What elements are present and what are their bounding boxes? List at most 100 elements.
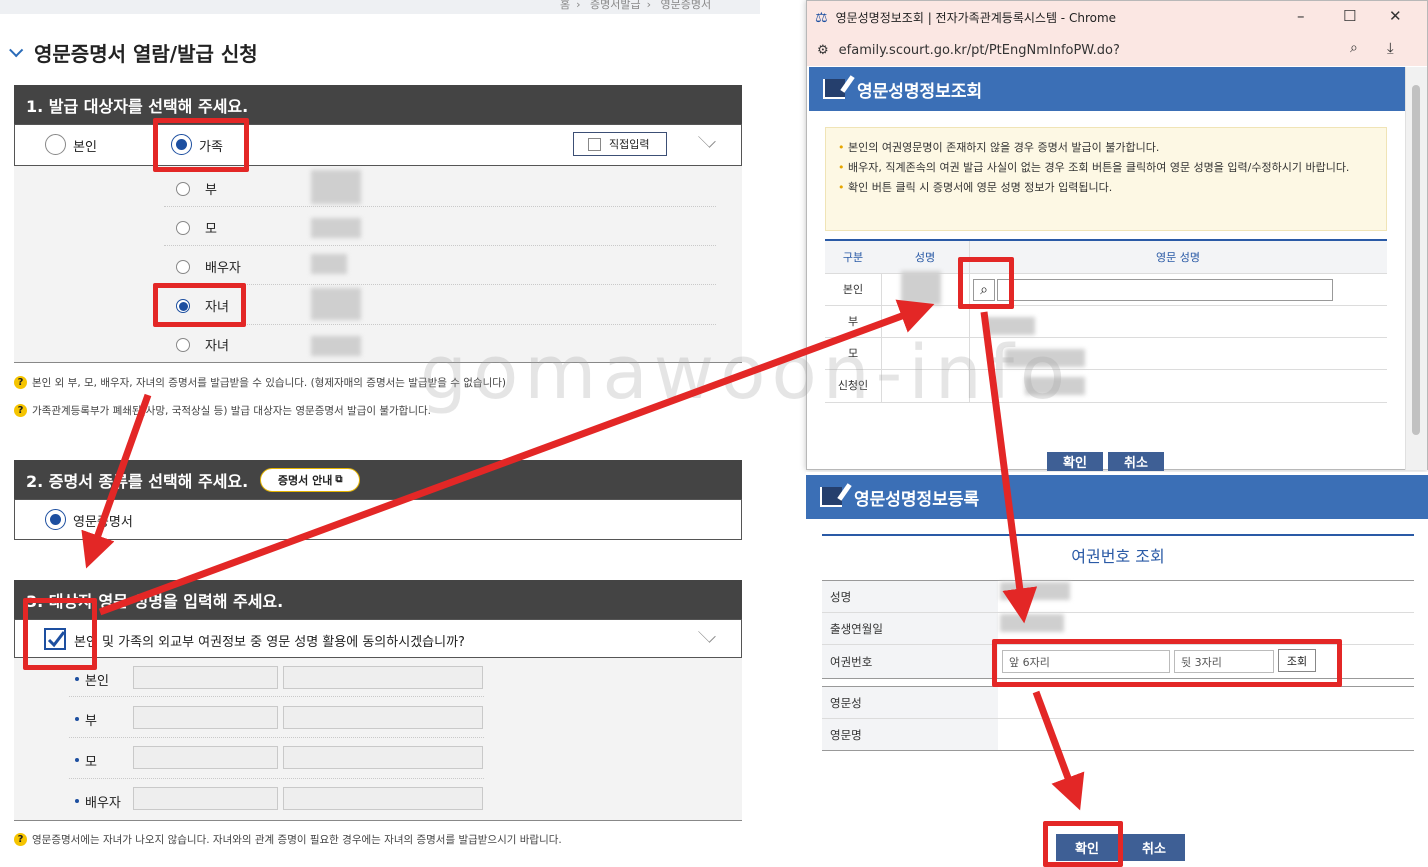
breadcrumb: 홈 › 증명서발급 › 영문증명서 <box>560 0 712 11</box>
divider <box>825 305 1387 306</box>
lookup-header: 영문성명정보조회 <box>809 67 1405 111</box>
eng-given-input-spouse[interactable] <box>283 787 483 810</box>
lookup-notice: 본인의 여권영문명이 존재하지 않을 경우 증명서 발급이 불가합니다. 배우자… <box>825 127 1387 231</box>
bullet-icon <box>75 717 79 721</box>
redacted-name <box>311 254 347 274</box>
radio-member-spouse[interactable] <box>176 260 190 274</box>
lookup-cancel-button[interactable]: 취소 <box>1108 452 1164 471</box>
scrollbar[interactable] <box>1405 67 1427 470</box>
cert-type-box: 영문증명서 <box>14 499 742 540</box>
label-eng-given: 영문명 <box>822 719 998 750</box>
label-eng-surname: 영문성 <box>822 687 998 718</box>
register-header: 영문성명정보등록 <box>806 475 1428 519</box>
consent-box: 본인 및 가족의 외교부 여권정보 중 영문 성명 활용에 동의하시겠습니까? <box>14 619 742 658</box>
breadcrumb-home[interactable]: 홈 <box>560 0 570 11</box>
edit-icon <box>820 487 842 507</box>
note-2-text: 가족관계등록부가 폐쇄된(사망, 국적상실 등) 발급 대상자는 영문증명서 발… <box>32 405 431 417</box>
download-icon[interactable]: ⤓ <box>1387 39 1394 57</box>
breadcrumb-english-cert[interactable]: 영문증명서 <box>661 0 712 11</box>
english-name-rows: 본인 부 모 배우자 <box>14 658 742 820</box>
close-icon[interactable]: ✕ <box>1389 7 1402 25</box>
bullet-icon <box>75 758 79 762</box>
divider <box>822 750 1414 751</box>
minimize-icon[interactable]: – <box>1297 7 1305 25</box>
section3-header: 3. 대상자 영문 성명을 입력해 주세요. <box>14 580 742 619</box>
cert-guide-label: 증명서 안내 <box>277 473 333 487</box>
col-eng-name: 영문 성명 <box>969 241 1387 273</box>
section2-title: 2. 증명서 종류를 선택해 주세요. <box>26 471 249 491</box>
eng-given-input-father[interactable] <box>283 706 483 729</box>
redacted-name <box>311 288 361 320</box>
watermark: gomawoon-info <box>420 330 1072 416</box>
eng-given-input-mother[interactable] <box>283 746 483 769</box>
radio-member-child-2[interactable] <box>176 338 190 352</box>
lookup-ok-button[interactable]: 확인 <box>1047 452 1103 471</box>
member-father-label: 부 <box>205 183 217 198</box>
label-name: 성명 <box>822 581 998 612</box>
divider <box>164 284 716 285</box>
row-mother-label: 모 <box>85 755 97 770</box>
passport-lookup-title: 여권번호 조회 <box>1071 547 1165 566</box>
lookup-notice-2: 배우자, 직계존속의 여권 발급 사실이 없는 경우 조회 버튼을 클릭하여 영… <box>838 158 1372 178</box>
section1-header: 1. 발급 대상자를 선택해 주세요. <box>14 85 742 124</box>
label-birthdate: 출생연월일 <box>822 613 998 644</box>
section1-title: 1. 발급 대상자를 선택해 주세요. <box>26 96 249 116</box>
member-spouse-label: 배우자 <box>205 261 241 276</box>
col-type: 구분 <box>825 241 881 273</box>
eng-surname-input-self[interactable] <box>133 666 278 689</box>
help-icon: ? <box>14 376 27 389</box>
eng-surname-input-spouse[interactable] <box>133 787 278 810</box>
site-info-icon[interactable]: ⚙ <box>817 43 829 58</box>
divider <box>69 737 484 738</box>
page-title: 영문증명서 열람/발급 신청 <box>9 38 258 67</box>
cert-guide-button[interactable]: 증명서 안내 ⧉ <box>260 467 361 492</box>
radio-member-mother[interactable] <box>176 221 190 235</box>
external-link-icon: ⧉ <box>335 474 343 485</box>
direct-input-button[interactable]: 직접입력 <box>573 132 667 156</box>
label-passport: 여권번호 <box>822 645 998 678</box>
help-icon: ? <box>14 404 27 417</box>
radio-english-cert[interactable] <box>45 509 66 530</box>
radio-member-father[interactable] <box>176 182 190 196</box>
scrollbar-thumb[interactable] <box>1412 85 1420 435</box>
row-self-label: 본인 <box>85 674 109 689</box>
redacted-name <box>311 336 361 356</box>
highlight-family-radio <box>153 118 249 172</box>
divider <box>164 206 716 207</box>
address-bar[interactable]: ⚙ efamily.scourt.go.kr/pt/PtEngNmInfoPW.… <box>807 34 1427 66</box>
col-name: 성명 <box>881 241 969 273</box>
chevron-down-icon[interactable] <box>698 130 716 148</box>
breadcrumb-issue[interactable]: 증명서발급 <box>590 0 641 11</box>
highlight-register-ok <box>1043 821 1123 867</box>
direct-input-checkbox[interactable] <box>588 137 601 151</box>
eng-given-input-self[interactable] <box>283 666 483 689</box>
register-cancel-button[interactable]: 취소 <box>1123 834 1185 861</box>
divider <box>164 245 716 246</box>
section2-header: 2. 증명서 종류를 선택해 주세요. 증명서 안내 ⧉ <box>14 460 742 499</box>
url-text[interactable]: efamily.scourt.go.kr/pt/PtEngNmInfoPW.do… <box>839 43 1120 58</box>
highlight-consent-checkbox <box>23 598 97 670</box>
redacted-name <box>901 271 941 305</box>
row-father-label: 부 <box>85 714 97 729</box>
redacted-name <box>1000 582 1070 600</box>
site-favicon-icon: ⚖ <box>815 9 828 26</box>
highlight-passport-inputs <box>992 639 1342 687</box>
lookup-notice-1: 본인의 여권영문명이 존재하지 않을 경우 증명서 발급이 불가합니다. <box>838 138 1372 158</box>
eng-name-input-self[interactable] <box>997 279 1333 301</box>
help-icon: ? <box>14 833 27 846</box>
radio-self-label: 본인 <box>73 140 97 155</box>
eng-surname-input-mother[interactable] <box>133 746 278 769</box>
note-2: ? 가족관계등록부가 폐쇄된(사망, 국적상실 등) 발급 대상자는 영문증명서… <box>14 403 431 418</box>
lookup-header-title: 영문성명정보조회 <box>857 81 983 102</box>
edit-icon <box>823 79 845 99</box>
lookup-notice-3: 확인 버튼 클릭 시 증명서에 영문 성명 정보가 입력됩니다. <box>838 178 1372 198</box>
zoom-icon[interactable]: ⌕ <box>1350 40 1358 56</box>
register-header-title: 영문성명정보등록 <box>854 489 980 510</box>
redacted-birthdate <box>1000 614 1064 632</box>
chevron-down-icon[interactable] <box>698 625 716 643</box>
bullet-icon <box>75 799 79 803</box>
eng-surname-input-father[interactable] <box>133 706 278 729</box>
window-title-bar: ⚖ 영문성명정보조회 | 전자가족관계등록시스템 - Chrome – ☐ ✕ <box>807 1 1427 34</box>
radio-self[interactable] <box>45 134 66 155</box>
maximize-icon[interactable]: ☐ <box>1343 7 1356 25</box>
